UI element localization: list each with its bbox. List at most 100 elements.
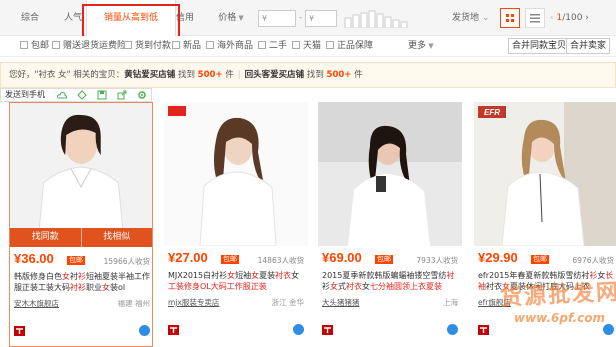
filter-label: 二手 [269, 41, 288, 51]
product-image[interactable] [318, 102, 462, 246]
checkbox[interactable] [20, 41, 28, 49]
checkbox[interactable] [124, 41, 132, 49]
filter-label: 海外商品 [217, 41, 254, 51]
filter-cod[interactable]: 货到付款 [124, 40, 171, 53]
shipping-location-select[interactable]: 发货地 ⌄ [452, 0, 489, 36]
checkbox[interactable] [206, 41, 214, 49]
more-filters-button[interactable]: 更多 ▼ [408, 40, 434, 53]
tab-comprehensive[interactable]: 综合 [0, 0, 60, 36]
checkbox[interactable] [292, 41, 300, 49]
price-distribution-chart[interactable] [344, 10, 408, 28]
filter-tmall[interactable]: 天猫 [292, 40, 321, 53]
send-to-phone-button[interactable]: 发送到手机 [5, 89, 45, 101]
notice-text: 找到 [175, 70, 198, 80]
product-image[interactable] [10, 103, 152, 247]
title-fragment: 职业 [86, 283, 102, 292]
filter-new[interactable]: 新品 [172, 40, 201, 53]
title-fragment: 夏装 [259, 271, 276, 280]
title-fragment: 女 [62, 272, 70, 281]
checkbox[interactable] [52, 41, 60, 49]
product-image[interactable]: EFR [474, 102, 616, 246]
svg-text:EFR: EFR [484, 108, 500, 117]
product-price: ¥27.00 [168, 250, 208, 265]
notice-shop-type-2[interactable]: 回头客爱买店铺 [245, 70, 305, 80]
filter-bar: 包邮 赠送退货运费险 货到付款 新品 海外商品 二手 天猫 正品保障 更多 ▼ … [0, 36, 616, 57]
gear-icon[interactable] [137, 90, 147, 100]
tmall-icon[interactable] [14, 326, 25, 336]
product-photo [10, 103, 152, 247]
save-icon[interactable] [97, 90, 107, 100]
product-card[interactable]: 找同款 找相似 ¥36.00 包邮 15966人收货 韩版修身白色女衬衫短袖夏装半袖工作服… [9, 102, 153, 347]
title-fragment: 衬 [70, 272, 78, 281]
tmall-icon[interactable] [168, 325, 179, 335]
wangwang-chat-icon[interactable] [293, 324, 304, 335]
title-fragment: 女 [330, 282, 338, 291]
tab-price[interactable]: 价格 ▼ [210, 0, 252, 36]
card-footer [168, 324, 304, 338]
chevron-down-icon: ⌄ [479, 13, 490, 23]
checkbox[interactable] [326, 41, 334, 49]
checkbox[interactable] [258, 41, 266, 49]
price-max-input[interactable]: ¥ [305, 10, 337, 27]
find-similar-button[interactable]: 找相似 [81, 228, 152, 247]
merge-same-items-button[interactable]: 合并同款宝贝 [508, 38, 571, 54]
tmall-icon[interactable] [478, 325, 489, 335]
price-row: ¥36.00 包邮 15966人收货 [14, 251, 150, 271]
filter-secondhand[interactable]: 二手 [258, 40, 287, 53]
card-footer [14, 325, 150, 339]
product-price: ¥36.00 [14, 251, 54, 266]
filter-label: 正品保障 [337, 41, 374, 51]
list-icon [530, 14, 540, 23]
product-image[interactable] [164, 102, 308, 246]
shop-name-link[interactable]: 安木木旗舰店 [14, 297, 59, 310]
filter-overseas[interactable]: 海外商品 [206, 40, 253, 53]
filter-return-insurance[interactable]: 赠送退货运费险 [52, 40, 126, 53]
next-page-icon[interactable]: › [582, 13, 589, 23]
title-fragment: 式 [338, 282, 346, 291]
free-shipping-badge: 包邮 [375, 255, 393, 264]
product-photo: EFR [474, 102, 616, 246]
notice-text: 件 [222, 70, 234, 80]
product-photo [318, 102, 462, 246]
search-results-page: 综合 人气 销量从高到低 信用 价格 ▼ ¥ - ¥ 发货地 ⌄ ‹ 1/100… [0, 0, 616, 347]
link-icon[interactable] [77, 90, 87, 100]
card-footer [322, 324, 458, 338]
title-fragment: 2015夏季新款韩版蝙蝠袖镂空雪纺 [322, 271, 447, 280]
shop-location: 浙江 金华 [271, 298, 304, 307]
cloud-icon[interactable] [57, 90, 67, 100]
wangwang-chat-icon[interactable] [447, 324, 458, 335]
notice-shop-type-1[interactable]: 黄钻爱买店铺 [124, 70, 175, 80]
product-title[interactable]: MJX2015白衬衫女短袖女夏装衬衣女工装修身OL大码工作服正装 [168, 270, 306, 292]
title-fragment: efr2015年春夏新款韩版雪纺衬 [478, 271, 590, 280]
list-view-button[interactable] [525, 8, 545, 28]
product-card[interactable]: ¥27.00 包邮 14863人收货 MJX2015白衬衫女短袖女夏装衬衣女工装修身O… [164, 102, 308, 347]
price-min-input[interactable]: ¥ [258, 10, 296, 27]
shop-name-link[interactable]: efr旗舰店 [478, 296, 511, 309]
title-fragment: 女 [227, 271, 236, 280]
merge-sellers-button[interactable]: 合并卖家 [566, 38, 611, 54]
share-icon[interactable] [117, 90, 127, 100]
product-title[interactable]: efr2015年春夏新款韩版雪纺衬衫女长袖衬衣女夏装休闲打底大码上衣 [478, 270, 616, 292]
shop-name-link[interactable]: 大头猪猪猪 [322, 296, 360, 309]
title-fragment: 衫 [78, 272, 86, 281]
title-fragment: 衬衣 [486, 282, 502, 291]
tmall-icon[interactable] [322, 325, 333, 335]
wangwang-chat-icon[interactable] [603, 324, 614, 335]
wangwang-chat-icon[interactable] [139, 325, 150, 336]
notice-separator: | [237, 70, 241, 80]
filter-free-shipping[interactable]: 包邮 [20, 40, 49, 53]
product-title[interactable]: 韩版修身白色女衬衫短袖夏装半袖工作服正装工装大码衬衫职业女装ol [14, 271, 152, 293]
title-fragment: 女 [502, 282, 510, 291]
checkbox[interactable] [172, 41, 180, 49]
filter-guarantee[interactable]: 正品保障 [326, 40, 373, 53]
sold-count: 14863人收货 [257, 256, 304, 265]
product-card[interactable]: ¥69.00 包邮 7933人收货 2015夏季新款韩版蝙蝠袖镂空雪纺衬衫女式衬衣女七… [318, 102, 462, 347]
product-card[interactable]: EFR ¥29.90 包邮 6976人收货 efr2015年春夏新款韩版雪纺衬衫女长袖衬… [474, 102, 616, 347]
title-fragment: 短袖 [235, 271, 252, 280]
title-fragment: MJX2015白衬衫 [168, 271, 228, 280]
product-title[interactable]: 2015夏季新款韩版蝙蝠袖镂空雪纺衬衫女式衬衣女七分袖圆领上衣夏装 [322, 270, 460, 292]
title-fragment: 女 [251, 271, 260, 280]
find-same-button[interactable]: 找同款 [10, 228, 82, 247]
shop-name-link[interactable]: mjx服装专卖店 [168, 296, 219, 309]
grid-view-button[interactable] [500, 8, 520, 28]
